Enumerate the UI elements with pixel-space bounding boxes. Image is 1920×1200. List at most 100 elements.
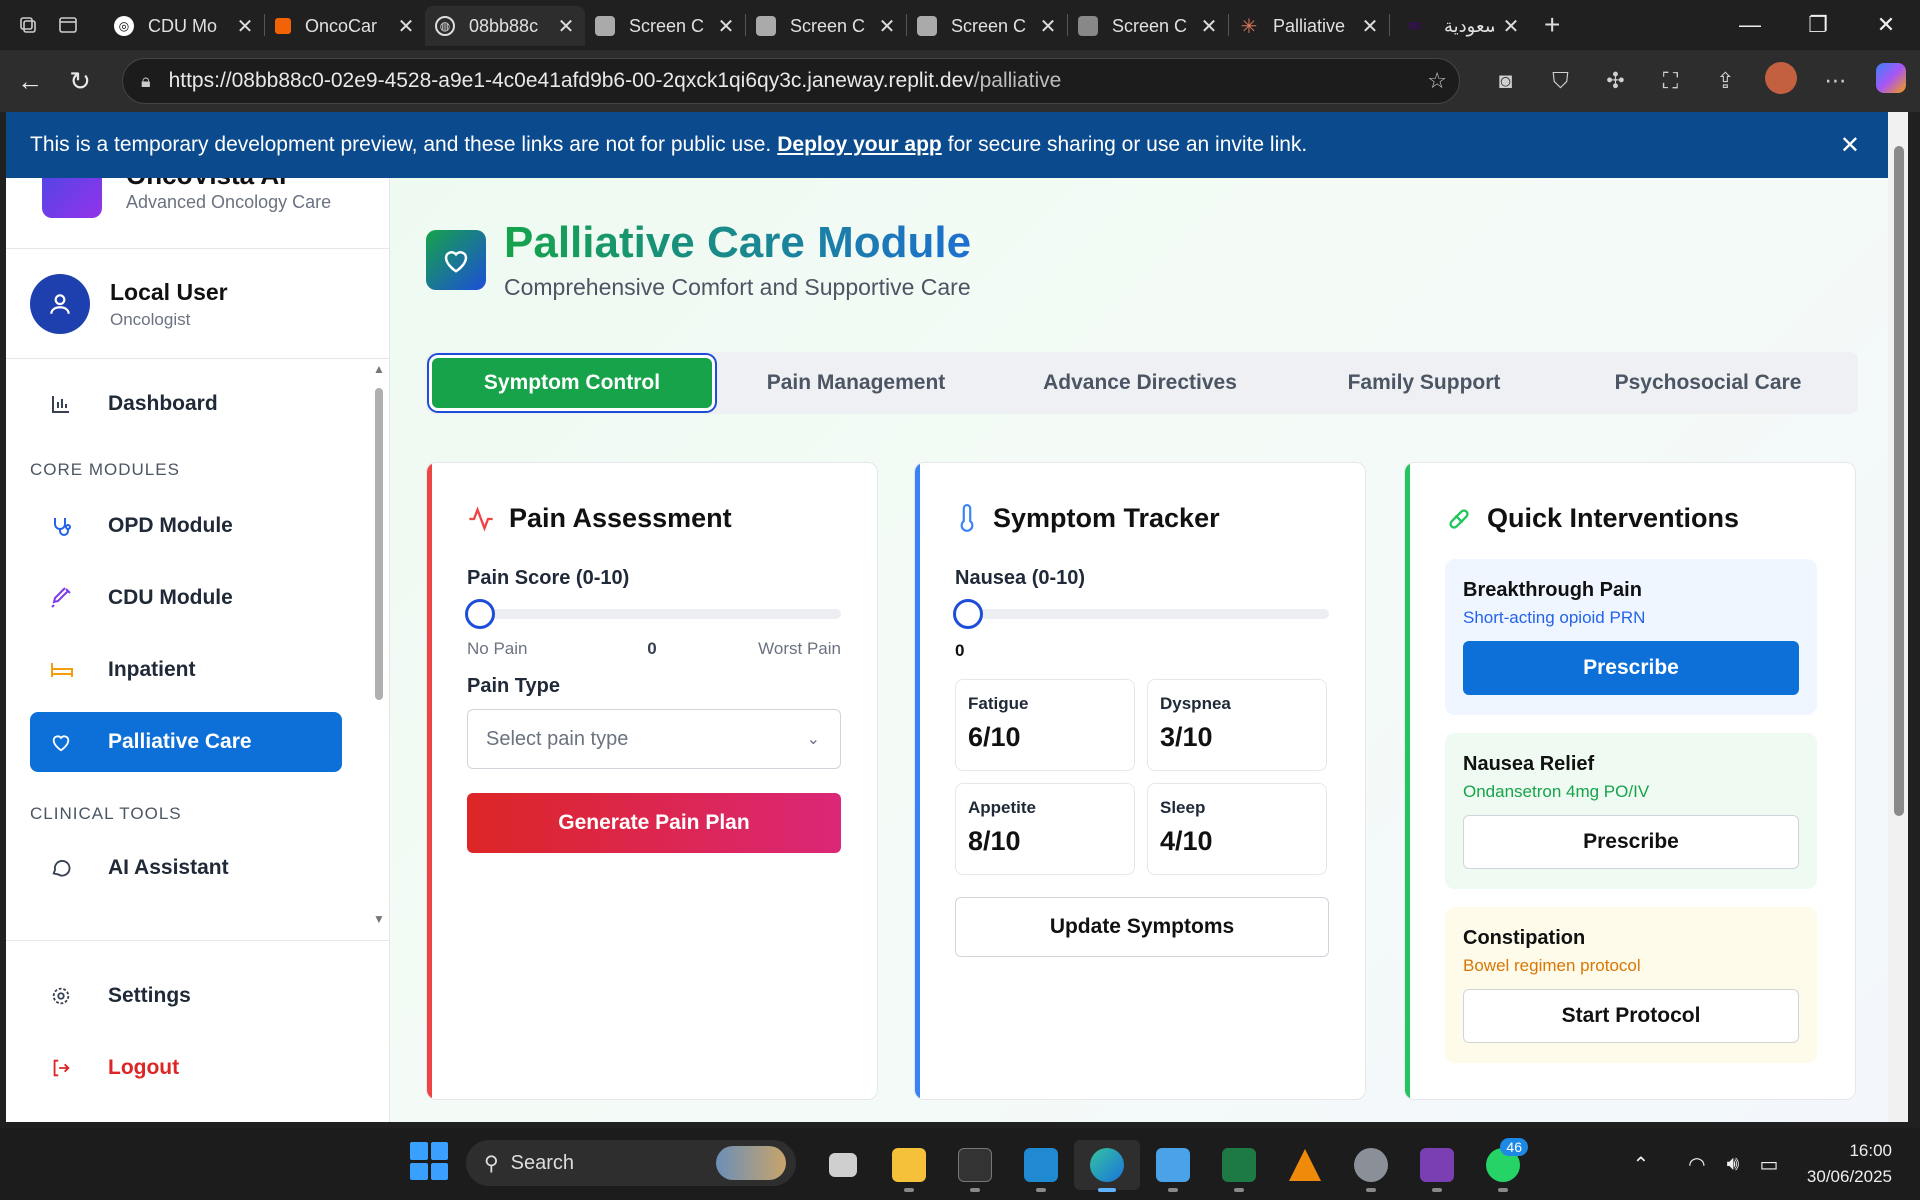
close-tab-icon[interactable]: ✕ [1502, 14, 1520, 39]
refresh-icon[interactable]: ↻ [60, 61, 100, 101]
browser-tab-bar: ◎ CDU Mo ✕ OncoCar ✕ ◍ 08bb88c ✕ Screen C ✕ Sc… [0, 0, 1920, 50]
sidebar-item-opd[interactable]: OPD Module [30, 496, 342, 556]
settings-app-icon[interactable] [1338, 1140, 1404, 1192]
tab-family-support[interactable]: Family Support [1284, 358, 1564, 408]
share-icon[interactable]: ⇪ [1698, 68, 1753, 94]
url-field[interactable]: 🔒︎ https://08bb88c0-02e9-4528-a9e1-4c0e4… [122, 58, 1460, 104]
pain-card-title: Pain Assessment [509, 503, 732, 533]
pain-score-slider[interactable] [467, 609, 841, 619]
nausea-slider-knob[interactable] [953, 599, 983, 629]
pill-icon [1445, 505, 1473, 533]
extensions-icon[interactable]: ✣ [1588, 68, 1643, 94]
sidebar-item-cdu[interactable]: CDU Module [30, 568, 342, 628]
close-window-icon[interactable]: ✕ [1852, 0, 1920, 50]
close-tab-icon[interactable]: ✕ [236, 14, 254, 39]
close-tab-icon[interactable]: ✕ [397, 14, 415, 39]
settings-button[interactable]: Settings [30, 966, 342, 1026]
nausea-slider[interactable] [955, 609, 1329, 619]
tab-actions-icon[interactable] [50, 7, 86, 43]
tab-advance-directives[interactable]: Advance Directives [1000, 358, 1280, 408]
start-protocol-button[interactable]: Start Protocol [1463, 989, 1799, 1043]
browser-tab[interactable]: Screen C ✕ [1068, 6, 1228, 46]
deploy-app-link[interactable]: Deploy your app [777, 133, 942, 157]
close-tab-icon[interactable]: ✕ [1361, 14, 1379, 39]
browser-tab[interactable]: Screen C ✕ [907, 6, 1067, 46]
shield-icon[interactable]: ⛉ [1533, 68, 1588, 94]
update-symptoms-button[interactable]: Update Symptoms [955, 897, 1329, 957]
taskbar-clock[interactable]: 16:00 30/06/2025 [1807, 1138, 1892, 1190]
camera-extension-icon[interactable]: ◙ [1478, 68, 1533, 94]
sidebar-item-ai-assistant[interactable]: AI Assistant [30, 838, 342, 898]
tab-symptom-control[interactable]: Symptom Control [432, 358, 712, 408]
lock-icon: 🔒︎ [141, 70, 151, 91]
stat-fatigue: Fatigue 6/10 [955, 679, 1135, 771]
copilot-icon[interactable] [1863, 63, 1918, 99]
sidebar-menu: Dashboard CORE MODULES OPD Module CDU Mo… [6, 360, 372, 932]
pain-type-label: Pain Type [467, 675, 560, 697]
close-tab-icon[interactable]: ✕ [1039, 14, 1057, 39]
notepad-icon[interactable] [1140, 1140, 1206, 1192]
taskbar-search[interactable]: ⚲ Search [466, 1140, 796, 1186]
pain-type-select[interactable]: Select pain type ⌄ [467, 709, 841, 769]
whatsapp-icon[interactable]: 46 [1470, 1138, 1536, 1192]
sidebar-scrollbar[interactable]: ▲ ▼ [372, 360, 386, 932]
close-tab-icon[interactable]: ✕ [1200, 14, 1218, 39]
browser-tab[interactable]: stcالسعودية✕ [1390, 6, 1530, 46]
more-options-icon[interactable]: ⋯ [1808, 68, 1863, 94]
search-icon: ⚲ [484, 1152, 499, 1175]
battery-icon[interactable]: ▭ [1751, 1152, 1787, 1177]
dev-preview-banner: This is a temporary development preview,… [6, 112, 1894, 178]
sidebar-item-inpatient[interactable]: Inpatient [30, 640, 342, 700]
close-tab-icon[interactable]: ✕ [717, 14, 735, 39]
prescribe-breakthrough-button[interactable]: Prescribe [1463, 641, 1799, 695]
browser-tab[interactable]: OncoCar ✕ [265, 6, 425, 46]
browser-tab[interactable]: Screen C ✕ [746, 6, 906, 46]
minimize-icon[interactable]: — [1716, 0, 1784, 50]
worst-pain-label: Worst Pain [758, 639, 841, 658]
windows-start-icon[interactable] [410, 1142, 448, 1180]
task-view-icon[interactable] [810, 1140, 876, 1190]
pain-score-slider-knob[interactable] [465, 599, 495, 629]
browser-tab[interactable]: ◎ CDU Mo ✕ [104, 6, 264, 46]
vlc-icon[interactable] [1272, 1140, 1338, 1190]
syringe-icon [50, 587, 90, 609]
vscode-icon[interactable] [1008, 1140, 1074, 1192]
no-pain-label: No Pain [467, 639, 528, 658]
new-tab-button[interactable]: + [1544, 9, 1560, 41]
back-arrow-icon[interactable]: ← [10, 61, 50, 101]
camera-icon [595, 16, 615, 36]
camera-icon [1078, 16, 1098, 36]
tab-psychosocial-care[interactable]: Psychosocial Care [1568, 358, 1848, 408]
close-tab-icon[interactable]: ✕ [878, 14, 896, 39]
wifi-icon[interactable]: ◠ [1679, 1152, 1715, 1177]
restore-icon[interactable]: ❐ [1784, 0, 1852, 50]
user-profile[interactable]: Local User Oncologist [30, 274, 228, 334]
section-core-modules: CORE MODULES [30, 460, 180, 479]
sidebar-item-palliative[interactable]: Palliative Care [30, 712, 342, 772]
close-banner-icon[interactable]: ✕ [1840, 131, 1860, 160]
workspaces-icon[interactable] [10, 7, 46, 43]
generate-pain-plan-button[interactable]: Generate Pain Plan [467, 793, 841, 853]
excel-icon[interactable] [1206, 1140, 1272, 1192]
screenshot-icon[interactable]: ⛶ [1643, 68, 1698, 94]
browser-tab[interactable]: Screen C ✕ [585, 6, 745, 46]
edge-browser-icon[interactable] [1074, 1140, 1140, 1192]
chevron-down-icon: ⌄ [806, 731, 820, 748]
close-tab-icon[interactable]: ✕ [557, 14, 575, 39]
prescribe-nausea-button[interactable]: Prescribe [1463, 815, 1799, 869]
terminal-icon[interactable] [942, 1140, 1008, 1192]
profile-avatar[interactable] [1753, 62, 1808, 100]
user-avatar-icon [30, 274, 90, 334]
page-scrollbar[interactable] [1888, 112, 1908, 1122]
sidebar-item-dashboard[interactable]: Dashboard [30, 374, 342, 434]
favorite-star-icon[interactable]: ☆ [1427, 68, 1447, 94]
file-explorer-icon[interactable] [876, 1140, 942, 1192]
tab-pain-management[interactable]: Pain Management [716, 358, 996, 408]
stat-sleep: Sleep 4/10 [1147, 783, 1327, 875]
chevron-up-icon[interactable]: ⌃ [1623, 1152, 1659, 1177]
volume-icon[interactable]: 🔊︎ [1715, 1153, 1751, 1176]
logout-button[interactable]: Logout [30, 1038, 342, 1098]
browser-tab-active[interactable]: ◍ 08bb88c ✕ [425, 6, 585, 46]
browser-tab[interactable]: ✳ Palliative ✕ [1229, 6, 1389, 46]
onenote-icon[interactable] [1404, 1140, 1470, 1192]
